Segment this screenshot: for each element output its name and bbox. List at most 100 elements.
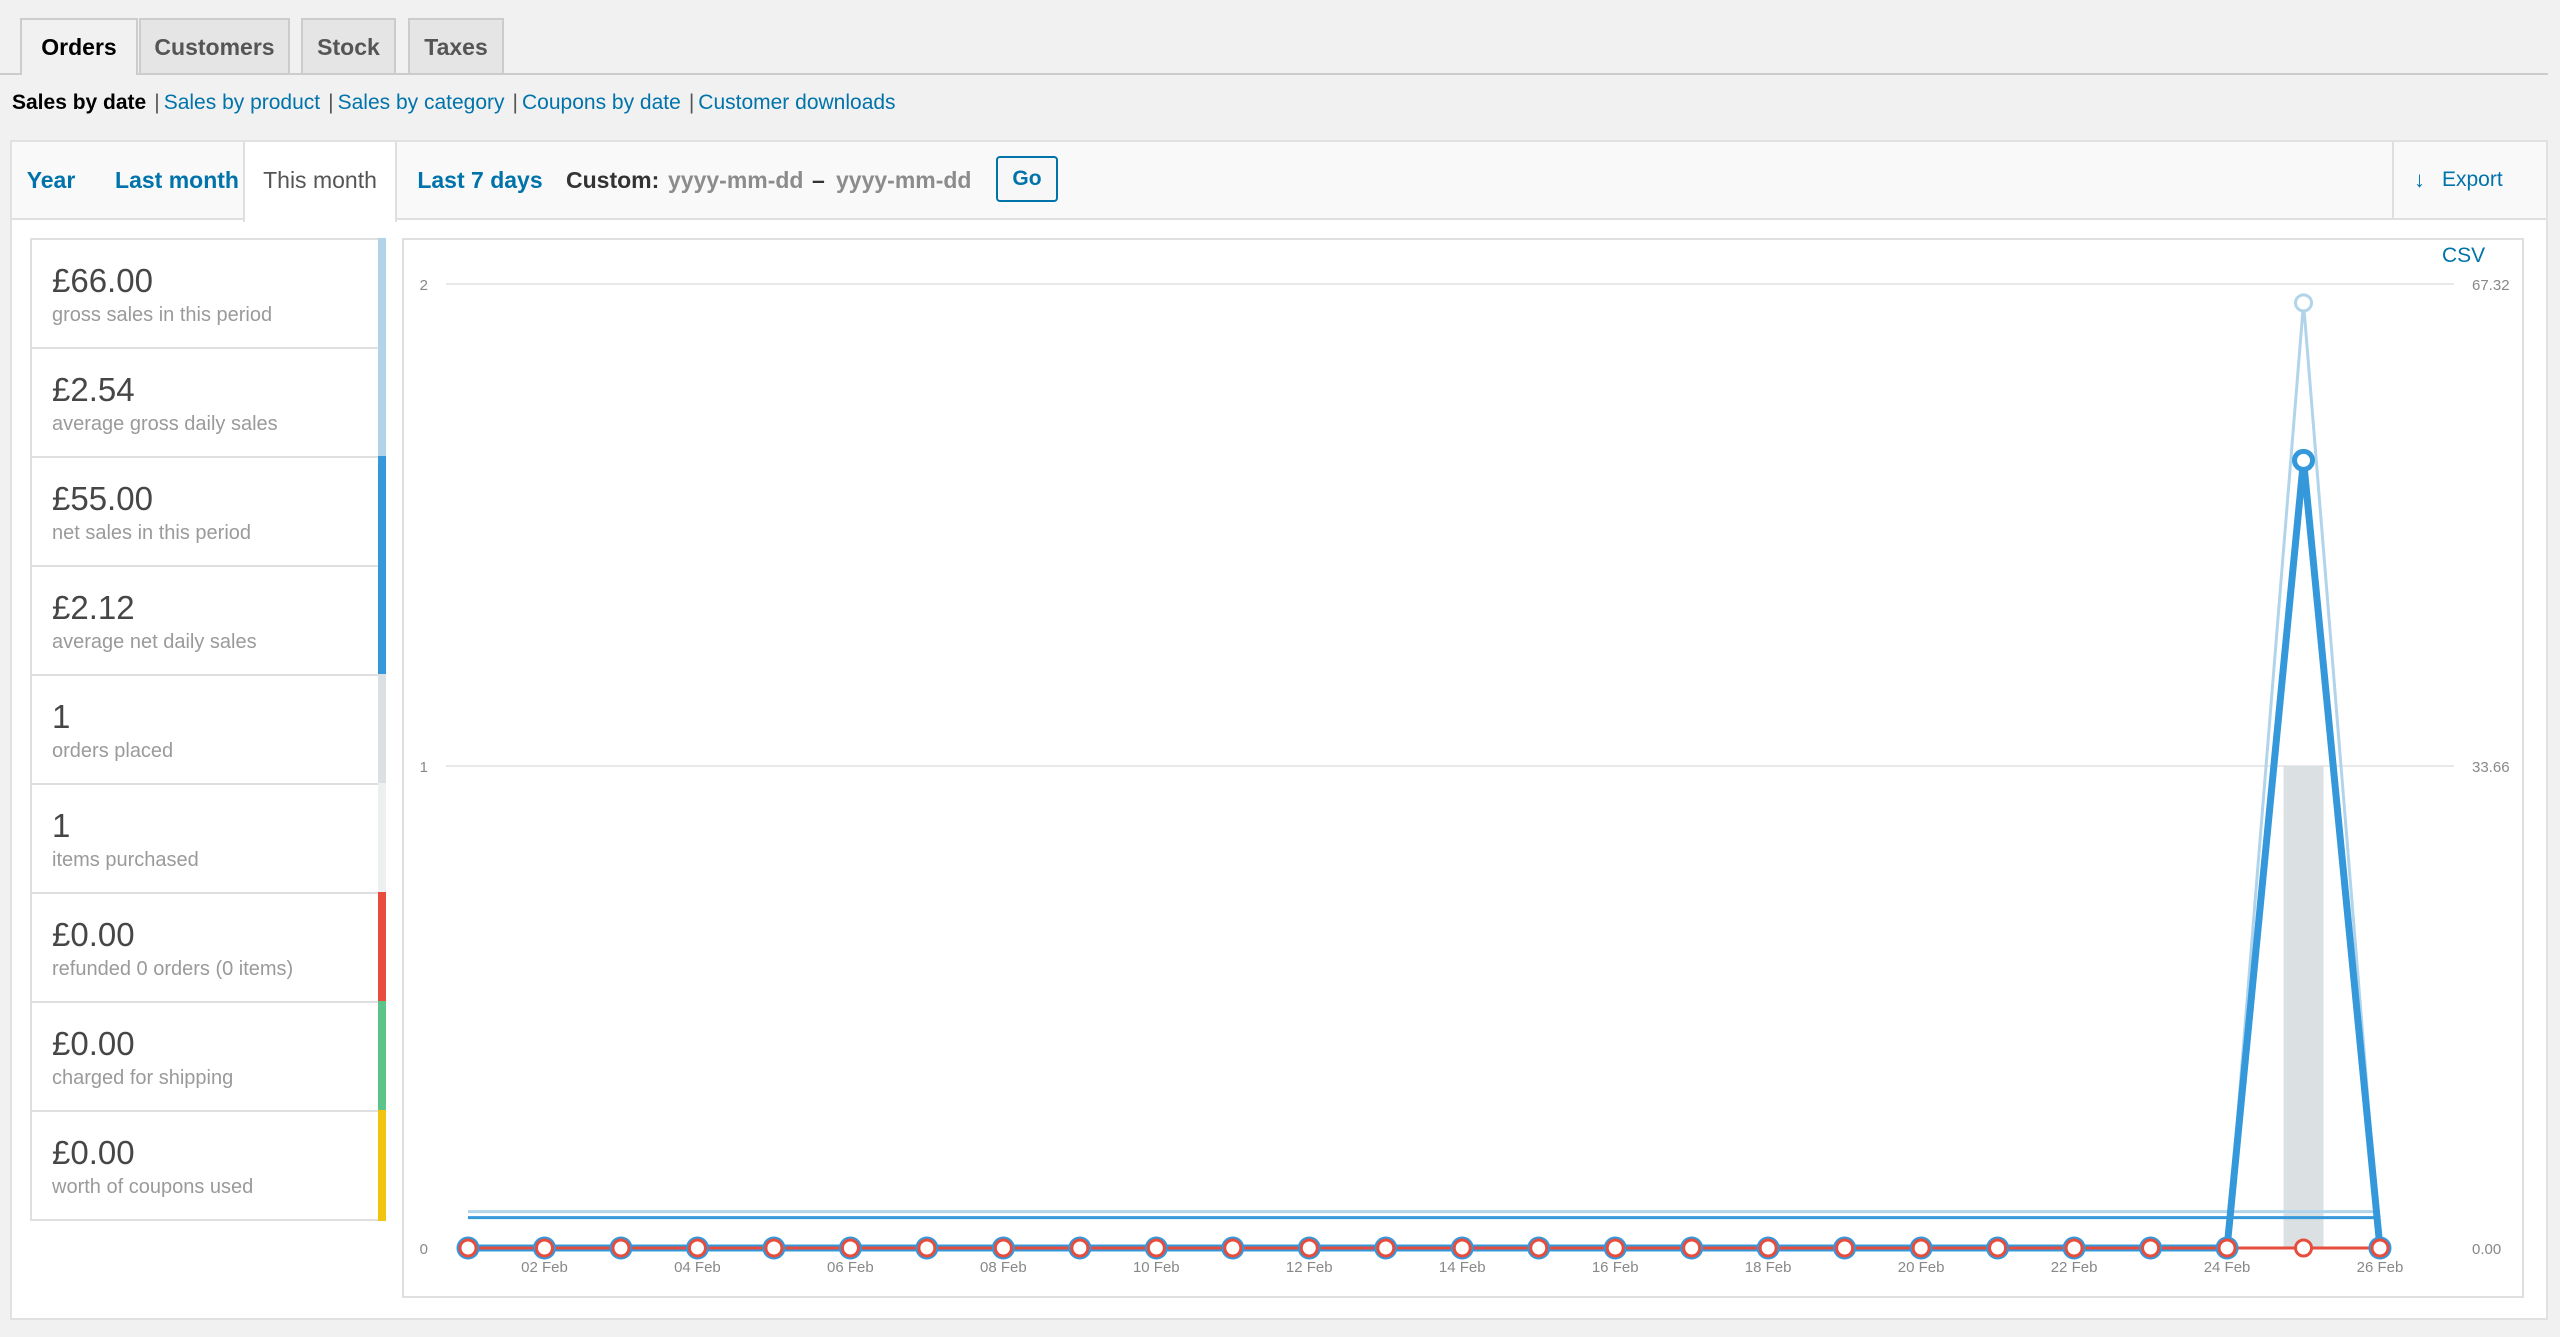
- separator: |: [688, 91, 695, 114]
- report-box: Year Last month This month Last 7 days C…: [10, 140, 2548, 1320]
- x-tick-label: 22 Feb: [2051, 1259, 2098, 1276]
- link-customer-downloads[interactable]: Customer downloads: [698, 91, 895, 114]
- data-point: [1376, 1238, 1396, 1258]
- legend-description: average net daily sales: [52, 631, 257, 653]
- y2-tick-label: 67.32: [2472, 277, 2510, 294]
- legend-item[interactable]: £0.00 worth of coupons used: [30, 1110, 386, 1221]
- orders-bar: [2283, 766, 2324, 1248]
- legend-color-bar: [378, 674, 386, 785]
- end-date-input[interactable]: yyyy-mm-dd: [836, 142, 971, 218]
- legend-color-bar: [378, 347, 386, 458]
- data-point: [534, 1238, 554, 1258]
- legend-item[interactable]: £0.00 charged for shipping: [30, 1001, 386, 1112]
- data-point: [687, 1238, 707, 1258]
- legend-amount: £66.00: [52, 262, 153, 299]
- legend-description: charged for shipping: [52, 1067, 234, 1089]
- custom-range-label: Custom:: [566, 167, 660, 193]
- tab-customers[interactable]: Customers: [139, 18, 290, 73]
- link-sales-by-category[interactable]: Sales by category: [338, 91, 505, 114]
- data-point: [2370, 1238, 2390, 1258]
- legend-amount: £55.00: [52, 480, 153, 517]
- legend-color-bar: [378, 1110, 386, 1221]
- legend-item[interactable]: £2.12 average net daily sales: [30, 565, 386, 676]
- data-point: [1911, 1238, 1931, 1258]
- separator: |: [512, 91, 519, 114]
- legend-item[interactable]: 1 orders placed: [30, 674, 386, 785]
- data-point: [840, 1238, 860, 1258]
- report-links: Sales by date | Sales by product | Sales by …: [12, 88, 896, 118]
- data-point: [1299, 1238, 1319, 1258]
- range-last-month[interactable]: Last month: [92, 142, 262, 218]
- x-tick-label: 24 Feb: [2204, 1259, 2251, 1276]
- legend-amount: £2.54: [52, 371, 135, 408]
- legend-description: net sales in this period: [52, 522, 252, 544]
- legend-description: orders placed: [52, 740, 174, 762]
- x-tick-label: 26 Feb: [2357, 1259, 2404, 1276]
- data-point: [1605, 1238, 1625, 1258]
- tab-stock[interactable]: Stock: [301, 18, 396, 73]
- data-point: [2292, 448, 2316, 472]
- data-point: [2064, 1238, 2084, 1258]
- legend-amount: 1: [52, 807, 71, 844]
- series-line: [468, 301, 2382, 1250]
- legend-item[interactable]: £55.00 net sales in this period: [30, 456, 386, 567]
- legend-description: refunded 0 orders (0 items): [52, 958, 294, 980]
- data-point: [1988, 1238, 2008, 1258]
- legend-color-bar: [378, 1001, 386, 1112]
- x-tick-label: 02 Feb: [521, 1259, 568, 1276]
- legend-amount: 1: [52, 698, 71, 735]
- report-tabs: Orders Customers Stock Taxes: [0, 0, 2548, 75]
- download-arrow-icon: ↓: [2414, 167, 2425, 192]
- data-point: [458, 1238, 478, 1258]
- legend-description: worth of coupons used: [52, 1176, 254, 1198]
- data-point: [764, 1238, 784, 1258]
- legend-description: gross sales in this period: [52, 304, 273, 326]
- chart-legend: £66.00 gross sales in this period £2.54 ave…: [30, 238, 386, 1221]
- date-separator: –: [812, 167, 825, 193]
- legend-color-bar: [378, 565, 386, 676]
- date-range-bar: Year Last month This month Last 7 days C…: [12, 142, 2546, 267]
- export-csv-button[interactable]: ↓ Export CSV: [2392, 142, 2546, 267]
- y-tick-label: 0: [420, 1241, 428, 1258]
- legend-item[interactable]: 1 items purchased: [30, 783, 386, 894]
- separator: |: [328, 91, 334, 114]
- data-point: [2294, 293, 2314, 313]
- legend-amount: £0.00: [52, 1134, 135, 1171]
- legend-description: items purchased: [52, 849, 199, 871]
- range-last-7-days[interactable]: Last 7 days: [404, 142, 556, 218]
- sales-chart: 0 1 2 0.00 33.66 67.32 02 Feb 04 Feb 06 Feb 08 Fe…: [402, 238, 2524, 1298]
- legend-color-bar: [378, 783, 386, 894]
- link-sales-by-product[interactable]: Sales by product: [164, 91, 320, 114]
- legend-item[interactable]: £2.54 average gross daily sales: [30, 347, 386, 458]
- data-point: [611, 1238, 631, 1258]
- link-coupons-by-date[interactable]: Coupons by date: [522, 91, 681, 114]
- y2-tick-label: 33.66: [2472, 759, 2510, 776]
- data-point: [1529, 1238, 1549, 1258]
- start-date-input[interactable]: yyyy-mm-dd: [668, 142, 803, 218]
- x-tick-label: 14 Feb: [1439, 1259, 1486, 1276]
- x-tick-label: 16 Feb: [1592, 1259, 1639, 1276]
- data-point: [2217, 1238, 2237, 1258]
- data-point: [1452, 1238, 1472, 1258]
- data-point: [1146, 1238, 1166, 1258]
- data-point: [2141, 1238, 2161, 1258]
- y-tick-label: 1: [420, 759, 428, 776]
- series-line: [468, 456, 2384, 1252]
- legend-item[interactable]: £66.00 gross sales in this period: [30, 238, 386, 349]
- legend-color-bar: [378, 456, 386, 567]
- range-year[interactable]: Year: [12, 142, 90, 218]
- data-point: [1758, 1238, 1778, 1258]
- range-this-month[interactable]: This month: [243, 142, 397, 222]
- legend-amount: £2.12: [52, 589, 135, 626]
- legend-color-bar: [378, 892, 386, 1003]
- data-point: [1223, 1238, 1243, 1258]
- tab-orders[interactable]: Orders: [20, 18, 138, 75]
- tab-taxes[interactable]: Taxes: [408, 18, 504, 73]
- x-tick-label: 08 Feb: [980, 1259, 1027, 1276]
- data-point: [1070, 1238, 1090, 1258]
- legend-color-bar: [378, 238, 386, 349]
- go-button[interactable]: Go: [996, 156, 1058, 202]
- link-sales-by-date[interactable]: Sales by date: [12, 91, 146, 114]
- legend-item[interactable]: £0.00 refunded 0 orders (0 items): [30, 892, 386, 1003]
- y2-tick-label: 0.00: [2472, 1241, 2501, 1258]
